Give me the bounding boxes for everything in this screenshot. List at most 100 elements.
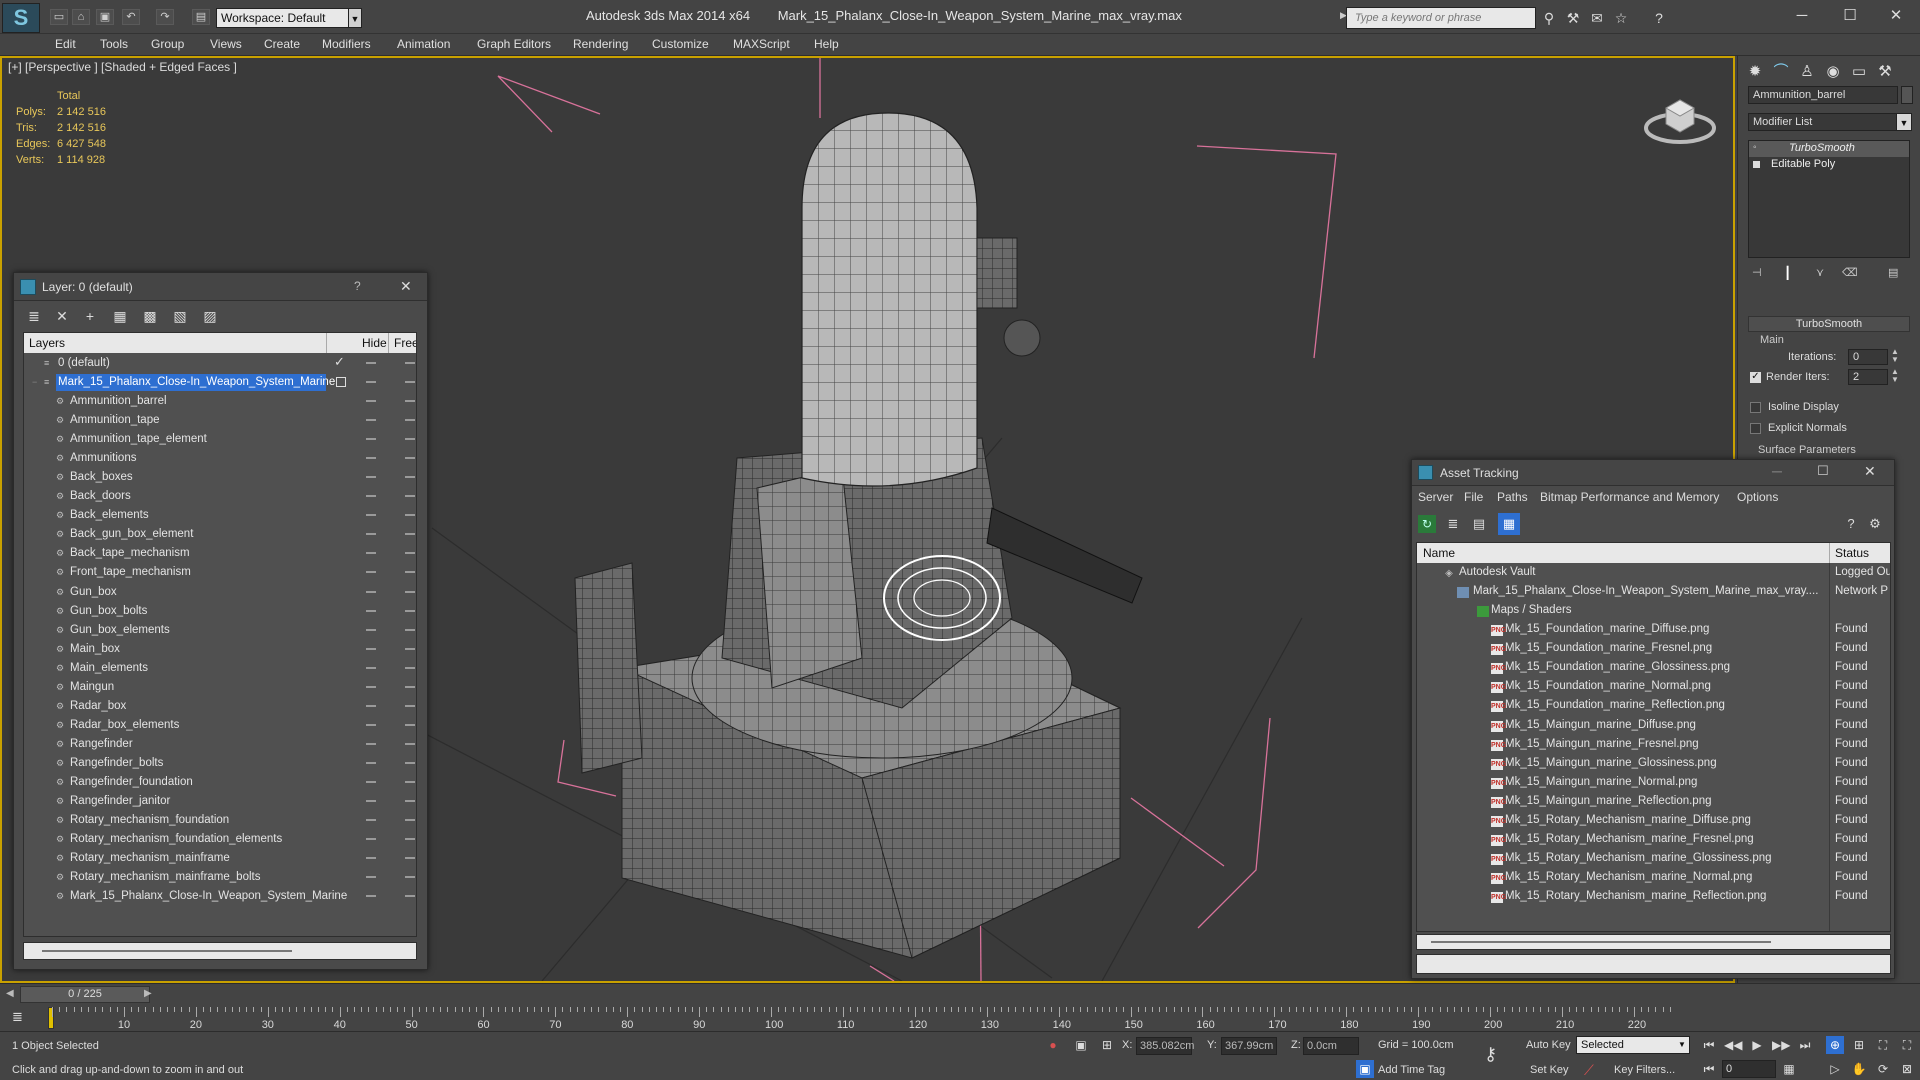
freeze-toggle[interactable] (405, 781, 415, 783)
object-color-swatch[interactable] (1901, 86, 1913, 104)
settings-icon[interactable]: ⚙ (1866, 515, 1884, 533)
freeze-toggle[interactable] (405, 819, 415, 822)
object-name[interactable]: Ammunition_tape (68, 412, 162, 429)
x-coordinate-field[interactable]: 385.082cm (1136, 1037, 1194, 1055)
freeze-toggle[interactable] (405, 362, 415, 364)
asset-map-row[interactable]: PNG Mk_15_Maingun_marine_Diffuse.png Found (1417, 717, 1890, 736)
workspace-dropdown[interactable]: Workspace: Default (216, 8, 356, 28)
layer-object-row[interactable]: ⚙ Back_gun_box_element (24, 525, 416, 544)
hide-toggle[interactable] (366, 742, 376, 745)
layer-object-row[interactable]: ⚙ Ammunition_tape_element (24, 430, 416, 449)
zoom-all-icon[interactable]: ⊞ (1850, 1036, 1868, 1054)
hide-toggle[interactable] (366, 514, 376, 517)
asset-panel-titlebar[interactable]: Asset Tracking ─ ☐ ✕ (1412, 460, 1894, 486)
minimize-icon[interactable]: ─ (1772, 463, 1782, 479)
modifier-list-dropdown[interactable]: Modifier List (1748, 113, 1898, 131)
menu-rendering[interactable]: Rendering (573, 37, 628, 51)
object-name[interactable]: Front_tape_mechanism (68, 564, 193, 581)
layer-object-row[interactable]: ⚙ Ammunition_tape (24, 411, 416, 430)
zoom-extents-all-icon[interactable]: ⛶ (1898, 1036, 1916, 1054)
layer-object-row[interactable]: ⚙ Ammunitions (24, 449, 416, 468)
favorites-star-icon[interactable]: ☆ (1612, 9, 1630, 27)
hide-toggle[interactable] (366, 552, 376, 555)
stack-item-editable-poly[interactable]: Editable Poly (1749, 157, 1909, 173)
layer-object-row[interactable]: ⚙ Back_tape_mechanism (24, 544, 416, 563)
app-logo-icon[interactable]: S (2, 3, 40, 33)
layer-object-row[interactable]: ⚙ Gun_box_bolts (24, 602, 416, 621)
spinner-arrows-icon[interactable]: ▲ ▼ (1891, 348, 1899, 364)
play-icon[interactable]: ▶ (1748, 1036, 1766, 1054)
layer-object-row[interactable]: ⚙ Radar_box (24, 697, 416, 716)
redo-icon[interactable]: ↷ (156, 9, 174, 25)
object-name[interactable]: Rangefinder_foundation (68, 774, 195, 791)
hide-toggle[interactable] (366, 895, 376, 898)
lightbulb-icon[interactable]: ◦ (1753, 142, 1757, 153)
current-frame-field[interactable]: 0 (1722, 1060, 1776, 1078)
asset-menu-bitmap[interactable]: Bitmap Performance and Memory (1540, 490, 1719, 504)
layer-object-row[interactable]: ⚙ Radar_box_elements (24, 716, 416, 735)
freeze-toggle[interactable] (405, 800, 415, 803)
layer-object-row[interactable]: ⚙ Gun_box (24, 583, 416, 602)
undo-icon[interactable]: ↶ (122, 9, 140, 25)
layer-name[interactable]: 0 (default) (56, 355, 112, 372)
freeze-toggle[interactable] (405, 514, 415, 517)
freeze-toggle[interactable] (405, 761, 415, 764)
asset-map-row[interactable]: PNG Mk_15_Maingun_marine_Fresnel.png Found (1417, 736, 1890, 755)
asset-menu-server[interactable]: Server (1418, 490, 1453, 504)
tree-view-icon[interactable]: ▤ (1470, 515, 1488, 533)
absolute-mode-icon[interactable]: ⊞ (1098, 1036, 1116, 1054)
chevron-down-icon[interactable]: ▼ (1678, 1040, 1686, 1049)
asset-menu-file[interactable]: File (1464, 490, 1483, 504)
asset-map-row[interactable]: PNG Mk_15_Foundation_marine_Diffuse.png Fo… (1417, 621, 1890, 640)
isolate-selection-icon[interactable]: ● (1044, 1036, 1062, 1054)
hide-toggle[interactable] (366, 609, 376, 612)
asset-map-row[interactable]: PNG Mk_15_Maingun_marine_Glossiness.png Fo… (1417, 755, 1890, 774)
layer-object-row[interactable]: ⚙ Front_tape_mechanism (24, 563, 416, 582)
key-set-dropdown[interactable]: Selected (1576, 1036, 1690, 1054)
hide-toggle[interactable] (366, 495, 376, 498)
communication-icon[interactable]: ✉ (1588, 9, 1606, 27)
asset-map-row[interactable]: PNG Mk_15_Rotary_Mechanism_marine_Diffuse… (1417, 812, 1890, 831)
new-file-icon[interactable]: ▭ (50, 9, 68, 25)
layer-object-row[interactable]: ⚙ Back_elements (24, 506, 416, 525)
current-frame-marker[interactable] (48, 1007, 54, 1029)
maximize-viewport-icon[interactable]: ⊠ (1898, 1060, 1916, 1078)
set-key-mode-key-icon[interactable]: ⚷ (1484, 1044, 1510, 1070)
hide-toggle[interactable] (366, 761, 376, 764)
column-layers[interactable]: Layers (29, 336, 65, 350)
refresh-icon[interactable]: ↻ (1418, 515, 1436, 533)
object-name[interactable]: Back_elements (68, 507, 151, 524)
freeze-toggle[interactable] (405, 552, 415, 555)
layer-panel-help-button[interactable]: ? (354, 279, 361, 293)
project-folder-icon[interactable]: ▤ (192, 9, 210, 25)
hide-toggle[interactable] (366, 838, 376, 841)
asset-map-row[interactable]: PNG Mk_15_Foundation_marine_Normal.png Fou… (1417, 678, 1890, 697)
time-prev-icon[interactable]: ◀ (6, 988, 14, 999)
table-view-icon[interactable]: ▦ (1498, 513, 1520, 535)
layer-object-row[interactable]: ⚙ Rangefinder_janitor (24, 792, 416, 811)
layer-object-row[interactable]: ⚙ Rotary_mechanism_foundation (24, 811, 416, 830)
display-tab-icon[interactable]: ▭ (1846, 60, 1872, 84)
hide-toggle[interactable] (366, 571, 376, 574)
key-filters-button[interactable]: Key Filters... (1614, 1064, 1675, 1076)
freeze-toggle[interactable] (405, 571, 415, 574)
render-iters-spinner[interactable]: 2 (1848, 369, 1888, 385)
isoline-checkbox[interactable] (1750, 402, 1761, 413)
freeze-toggle[interactable] (405, 666, 415, 669)
object-name[interactable]: Back_gun_box_element (68, 526, 195, 543)
make-unique-icon[interactable]: ⋎ (1816, 266, 1824, 279)
freeze-toggle[interactable] (405, 704, 415, 707)
object-name[interactable]: Rotary_mechanism_foundation_elements (68, 831, 284, 848)
object-name[interactable]: Main_box (68, 641, 122, 658)
go-to-start-icon[interactable]: ⏮ (1700, 1036, 1718, 1054)
object-name[interactable]: Gun_box_elements (68, 622, 172, 639)
object-name[interactable]: Radar_box_elements (68, 717, 181, 734)
explicit-normals-checkbox[interactable] (1750, 423, 1761, 434)
layer-object-row[interactable]: ⚙ Rangefinder_foundation (24, 773, 416, 792)
menu-graph-editors[interactable]: Graph Editors (477, 37, 551, 51)
hide-toggle[interactable] (366, 704, 376, 707)
layer-object-row[interactable]: ⚙ Maingun (24, 678, 416, 697)
asset-row-file[interactable]: Mark_15_Phalanx_Close-In_Weapon_System_M… (1417, 583, 1890, 602)
key-mode-icon[interactable]: ⏮ (1700, 1060, 1718, 1078)
column-status[interactable]: Status (1835, 546, 1869, 560)
